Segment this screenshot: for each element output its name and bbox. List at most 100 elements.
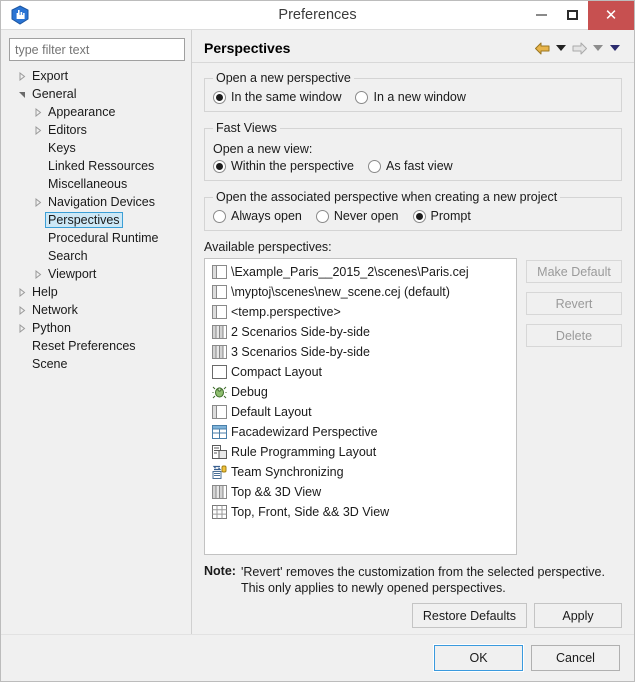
associated-perspective-option-always-open[interactable]: Always open: [213, 209, 302, 223]
tree-item-network[interactable]: Network: [9, 301, 185, 319]
tree-item-appearance[interactable]: Appearance: [9, 103, 185, 121]
tree-item-label: Procedural Runtime: [48, 231, 159, 245]
associated-perspective-radio-group[interactable]: Always open Never open Prompt: [213, 209, 613, 223]
cityengine-logo-icon: [7, 2, 33, 28]
perspective-list-item[interactable]: Default Layout: [207, 402, 514, 422]
tree-expand-collapsed-icon[interactable]: [31, 269, 45, 279]
radio-button-icon[interactable]: [315, 209, 329, 223]
minimize-icon: [536, 14, 547, 16]
perspective-list-item[interactable]: Team Synchronizing: [207, 462, 514, 482]
open-perspective-option-in-the-same-window[interactable]: In the same window: [213, 90, 341, 104]
tree-expand-expanded-icon[interactable]: [15, 90, 29, 99]
perspective-list-item[interactable]: Debug: [207, 382, 514, 402]
perspective-list-item[interactable]: Rule Programming Layout: [207, 442, 514, 462]
perspective-list-item[interactable]: Compact Layout: [207, 362, 514, 382]
tree-expand-collapsed-icon[interactable]: [31, 107, 45, 117]
close-button[interactable]: ✕: [588, 0, 634, 30]
tree-item-label: Editors: [48, 123, 87, 137]
layout-two-pane-icon: [211, 284, 227, 300]
apply-button[interactable]: Apply: [534, 603, 622, 628]
perspective-list-item-label: Top, Front, Side && 3D View: [231, 505, 390, 519]
perspective-list-item[interactable]: \myptoj\scenes\new_scene.cej (default): [207, 282, 514, 302]
tree-expand-collapsed-icon[interactable]: [15, 323, 29, 333]
cancel-button[interactable]: Cancel: [531, 645, 620, 671]
more-chevron-down-icon[interactable]: [610, 45, 620, 51]
fast-views-option-within-the-perspective[interactable]: Within the perspective: [213, 159, 354, 173]
tree-item-miscellaneous[interactable]: Miscellaneous: [9, 175, 185, 193]
perspective-list-item[interactable]: <temp.perspective>: [207, 302, 514, 322]
layout-two-pane-icon: [211, 404, 227, 420]
layout-rule-editor-icon: [211, 444, 227, 460]
available-perspectives-list[interactable]: \Example_Paris__2015_2\scenes\Paris.cej \…: [204, 258, 517, 555]
tree-item-label: General: [32, 87, 77, 101]
associated-perspective-option-never-open[interactable]: Never open: [315, 209, 399, 223]
title-bar: Preferences ✕: [1, 0, 634, 30]
layout-two-pane-icon: [211, 264, 227, 280]
tree-item-linked-ressources[interactable]: Linked Ressources: [9, 157, 185, 175]
fast-views-radio-group[interactable]: Within the perspective As fast view: [213, 159, 613, 173]
ok-button[interactable]: OK: [433, 644, 524, 672]
perspective-list-item[interactable]: \Example_Paris__2015_2\scenes\Paris.cej: [207, 262, 514, 282]
tree-item-export[interactable]: Export: [9, 67, 185, 85]
page-title: Perspectives: [204, 40, 291, 56]
filter-input[interactable]: [9, 38, 185, 61]
delete-button: Delete: [526, 324, 622, 347]
tree-expand-collapsed-icon[interactable]: [15, 287, 29, 297]
tree-expand-collapsed-icon[interactable]: [31, 125, 45, 135]
tree-item-procedural-runtime[interactable]: Procedural Runtime: [9, 229, 185, 247]
team-sync-icon: [211, 464, 227, 480]
tree-item-editors[interactable]: Editors: [9, 121, 185, 139]
radio-label: In a new window: [373, 90, 466, 104]
perspective-list-item-label: Team Synchronizing: [231, 465, 344, 479]
layout-grid-icon: [211, 504, 227, 520]
perspective-list-item-label: \myptoj\scenes\new_scene.cej (default): [231, 285, 450, 299]
fast-views-option-as-fast-view[interactable]: As fast view: [367, 159, 453, 173]
radio-button-icon[interactable]: [412, 209, 426, 223]
perspective-list-item-label: \Example_Paris__2015_2\scenes\Paris.cej: [231, 265, 469, 279]
tree-item-viewport[interactable]: Viewport: [9, 265, 185, 283]
perspective-list-item-label: Debug: [231, 385, 268, 399]
tree-item-search[interactable]: Search: [9, 247, 185, 265]
tree-item-reset-preferences[interactable]: Reset Preferences: [9, 337, 185, 355]
tree-expand-collapsed-icon[interactable]: [15, 71, 29, 81]
tree-item-navigation-devices[interactable]: Navigation Devices: [9, 193, 185, 211]
restore-defaults-button[interactable]: Restore Defaults: [411, 603, 527, 628]
group-open-new-perspective: Open a new perspective In the same windo…: [204, 71, 622, 112]
maximize-button[interactable]: [557, 1, 588, 30]
tree-item-general[interactable]: General: [9, 85, 185, 103]
perspective-list-item[interactable]: 2 Scenarios Side-by-side: [207, 322, 514, 342]
perspective-list-item-label: Facadewizard Perspective: [231, 425, 378, 439]
perspective-list-item-label: <temp.perspective>: [231, 305, 341, 319]
debug-bug-icon: [211, 384, 227, 400]
layout-columns-icon: [211, 324, 227, 340]
close-icon: ✕: [604, 6, 618, 24]
forward-history-chevron-down-icon: [593, 45, 603, 51]
back-history-chevron-down-icon[interactable]: [556, 45, 566, 51]
back-arrow-icon[interactable]: [534, 41, 551, 56]
radio-label: Never open: [333, 209, 399, 223]
perspective-list-item[interactable]: Top, Front, Side && 3D View: [207, 502, 514, 522]
tree-expand-collapsed-icon[interactable]: [31, 197, 45, 207]
radio-button-icon[interactable]: [355, 90, 369, 104]
preferences-tree[interactable]: Export General Appearance Editors Keys Linked…: [9, 67, 185, 628]
tree-item-perspectives[interactable]: Perspectives: [9, 211, 185, 229]
radio-button-icon[interactable]: [213, 159, 226, 173]
radio-button-icon[interactable]: [213, 90, 226, 104]
minimize-button[interactable]: [526, 1, 557, 30]
dialog-body: Export General Appearance Editors Keys Linked…: [1, 30, 634, 634]
tree-expand-collapsed-icon[interactable]: [15, 305, 29, 315]
tree-item-keys[interactable]: Keys: [9, 139, 185, 157]
tree-item-python[interactable]: Python: [9, 319, 185, 337]
radio-button-icon[interactable]: [367, 159, 381, 173]
radio-label: In the same window: [231, 90, 342, 104]
perspective-list-item[interactable]: Top && 3D View: [207, 482, 514, 502]
tree-item-scene[interactable]: Scene: [9, 355, 185, 373]
associated-perspective-option-prompt[interactable]: Prompt: [412, 209, 471, 223]
perspective-list-item[interactable]: 3 Scenarios Side-by-side: [207, 342, 514, 362]
tree-item-help[interactable]: Help: [9, 283, 185, 301]
open-perspective-option-in-a-new-window[interactable]: In a new window: [355, 90, 466, 104]
open-perspective-radio-group[interactable]: In the same window In a new window: [213, 90, 613, 104]
radio-button-icon[interactable]: [213, 209, 226, 223]
perspective-list-item[interactable]: Facadewizard Perspective: [207, 422, 514, 442]
tree-item-label: Reset Preferences: [32, 339, 136, 353]
